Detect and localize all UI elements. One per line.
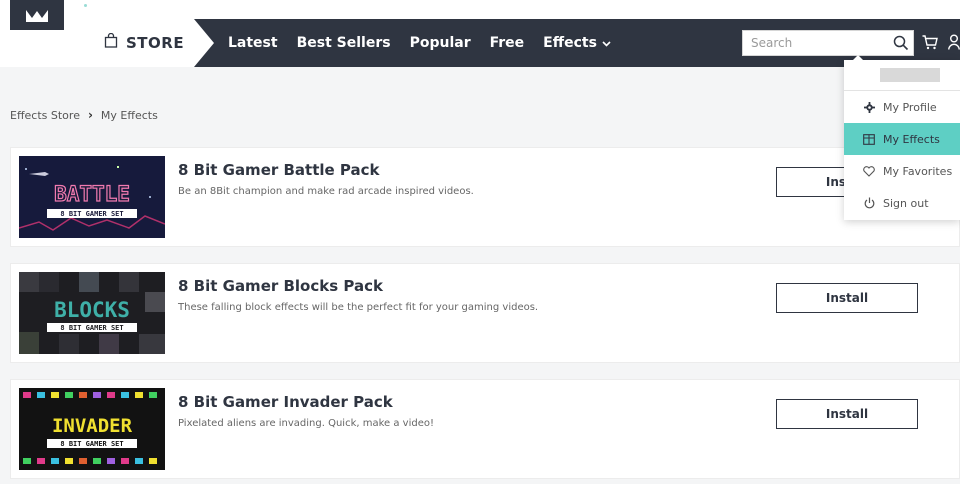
product-description: Pixelated aliens are invading. Quick, ma… xyxy=(178,418,435,429)
main-navbar: STORE Latest Best Sellers Popular Free E… xyxy=(0,19,960,67)
nav-link-best-sellers[interactable]: Best Sellers xyxy=(297,35,391,51)
product-description: Be an 8Bit champion and make rad arcade … xyxy=(178,186,474,197)
gear-icon xyxy=(862,101,876,113)
search-icon[interactable] xyxy=(893,35,909,55)
product-title[interactable]: 8 Bit Gamer Battle Pack xyxy=(178,161,380,179)
search-box xyxy=(742,30,914,56)
thumb-subtitle-text: 8 BIT GAMER SET xyxy=(60,440,123,448)
search-input[interactable] xyxy=(743,31,891,55)
top-strip xyxy=(0,0,960,19)
chevron-right-icon: › xyxy=(87,108,93,122)
breadcrumb: Effects Store › My Effects xyxy=(10,108,158,122)
cart-icon[interactable] xyxy=(922,35,938,54)
nav-link-effects[interactable]: Effects xyxy=(543,35,611,51)
box-icon xyxy=(862,133,876,145)
nav-link-effects-label: Effects xyxy=(543,35,597,51)
menu-item-my-profile[interactable]: My Profile xyxy=(844,91,960,123)
product-description: These falling block effects will be the … xyxy=(178,302,539,313)
user-dropdown-menu: My Profile My Effects My Favorites Sign … xyxy=(844,60,960,220)
product-title[interactable]: 8 Bit Gamer Invader Pack xyxy=(178,393,393,411)
product-title[interactable]: 8 Bit Gamer Blocks Pack xyxy=(178,277,383,295)
product-card-blocks: BLOCKS 8 BIT GAMER SET 8 Bit Gamer Block… xyxy=(10,263,960,363)
dropdown-caret xyxy=(852,55,864,61)
thumb-title-text: BLOCKS xyxy=(54,298,130,322)
brand-logo[interactable] xyxy=(10,0,64,30)
install-button[interactable]: Install xyxy=(776,283,918,313)
install-button[interactable]: Install xyxy=(776,399,918,429)
thumb-title-text: BATTLE xyxy=(54,182,130,206)
menu-item-label: My Favorites xyxy=(883,164,953,178)
menu-item-my-effects[interactable]: My Effects xyxy=(844,123,960,155)
power-icon xyxy=(862,197,876,209)
breadcrumb-my-effects: My Effects xyxy=(100,108,158,122)
user-icon[interactable] xyxy=(948,34,960,54)
username-redacted xyxy=(880,68,940,82)
store-label: STORE xyxy=(126,34,185,52)
nav-link-latest[interactable]: Latest xyxy=(228,35,278,51)
decorative-dot xyxy=(84,4,87,7)
menu-item-label: Sign out xyxy=(883,196,929,210)
product-card-invader: INVADER 8 BIT GAMER SET 8 Bit Gamer Inva… xyxy=(10,379,960,479)
product-card-battle: BATTLE 8 BIT GAMER SET 8 Bit Gamer Battl… xyxy=(10,147,960,247)
menu-item-sign-out[interactable]: Sign out xyxy=(844,187,960,219)
menu-item-label: My Effects xyxy=(883,132,940,146)
thumb-subtitle-text: 8 BIT GAMER SET xyxy=(60,210,123,218)
thumb-title-text: INVADER xyxy=(52,415,133,437)
breadcrumb-effects-store[interactable]: Effects Store xyxy=(10,109,80,122)
nav-links: Latest Best Sellers Popular Free Effects xyxy=(228,19,630,67)
menu-item-label: My Profile xyxy=(883,100,937,114)
menu-item-my-favorites[interactable]: My Favorites xyxy=(844,155,960,187)
shopping-bag-icon xyxy=(104,19,118,67)
product-thumbnail[interactable]: BLOCKS 8 BIT GAMER SET xyxy=(19,272,165,354)
chevron-down-icon xyxy=(602,35,611,51)
thumb-subtitle-text: 8 BIT GAMER SET xyxy=(60,324,123,332)
nav-link-free[interactable]: Free xyxy=(490,35,525,51)
nav-link-popular[interactable]: Popular xyxy=(410,35,471,51)
product-thumbnail[interactable]: BATTLE 8 BIT GAMER SET xyxy=(19,156,165,238)
product-thumbnail[interactable]: INVADER 8 BIT GAMER SET xyxy=(19,388,165,470)
heart-icon xyxy=(862,165,876,177)
